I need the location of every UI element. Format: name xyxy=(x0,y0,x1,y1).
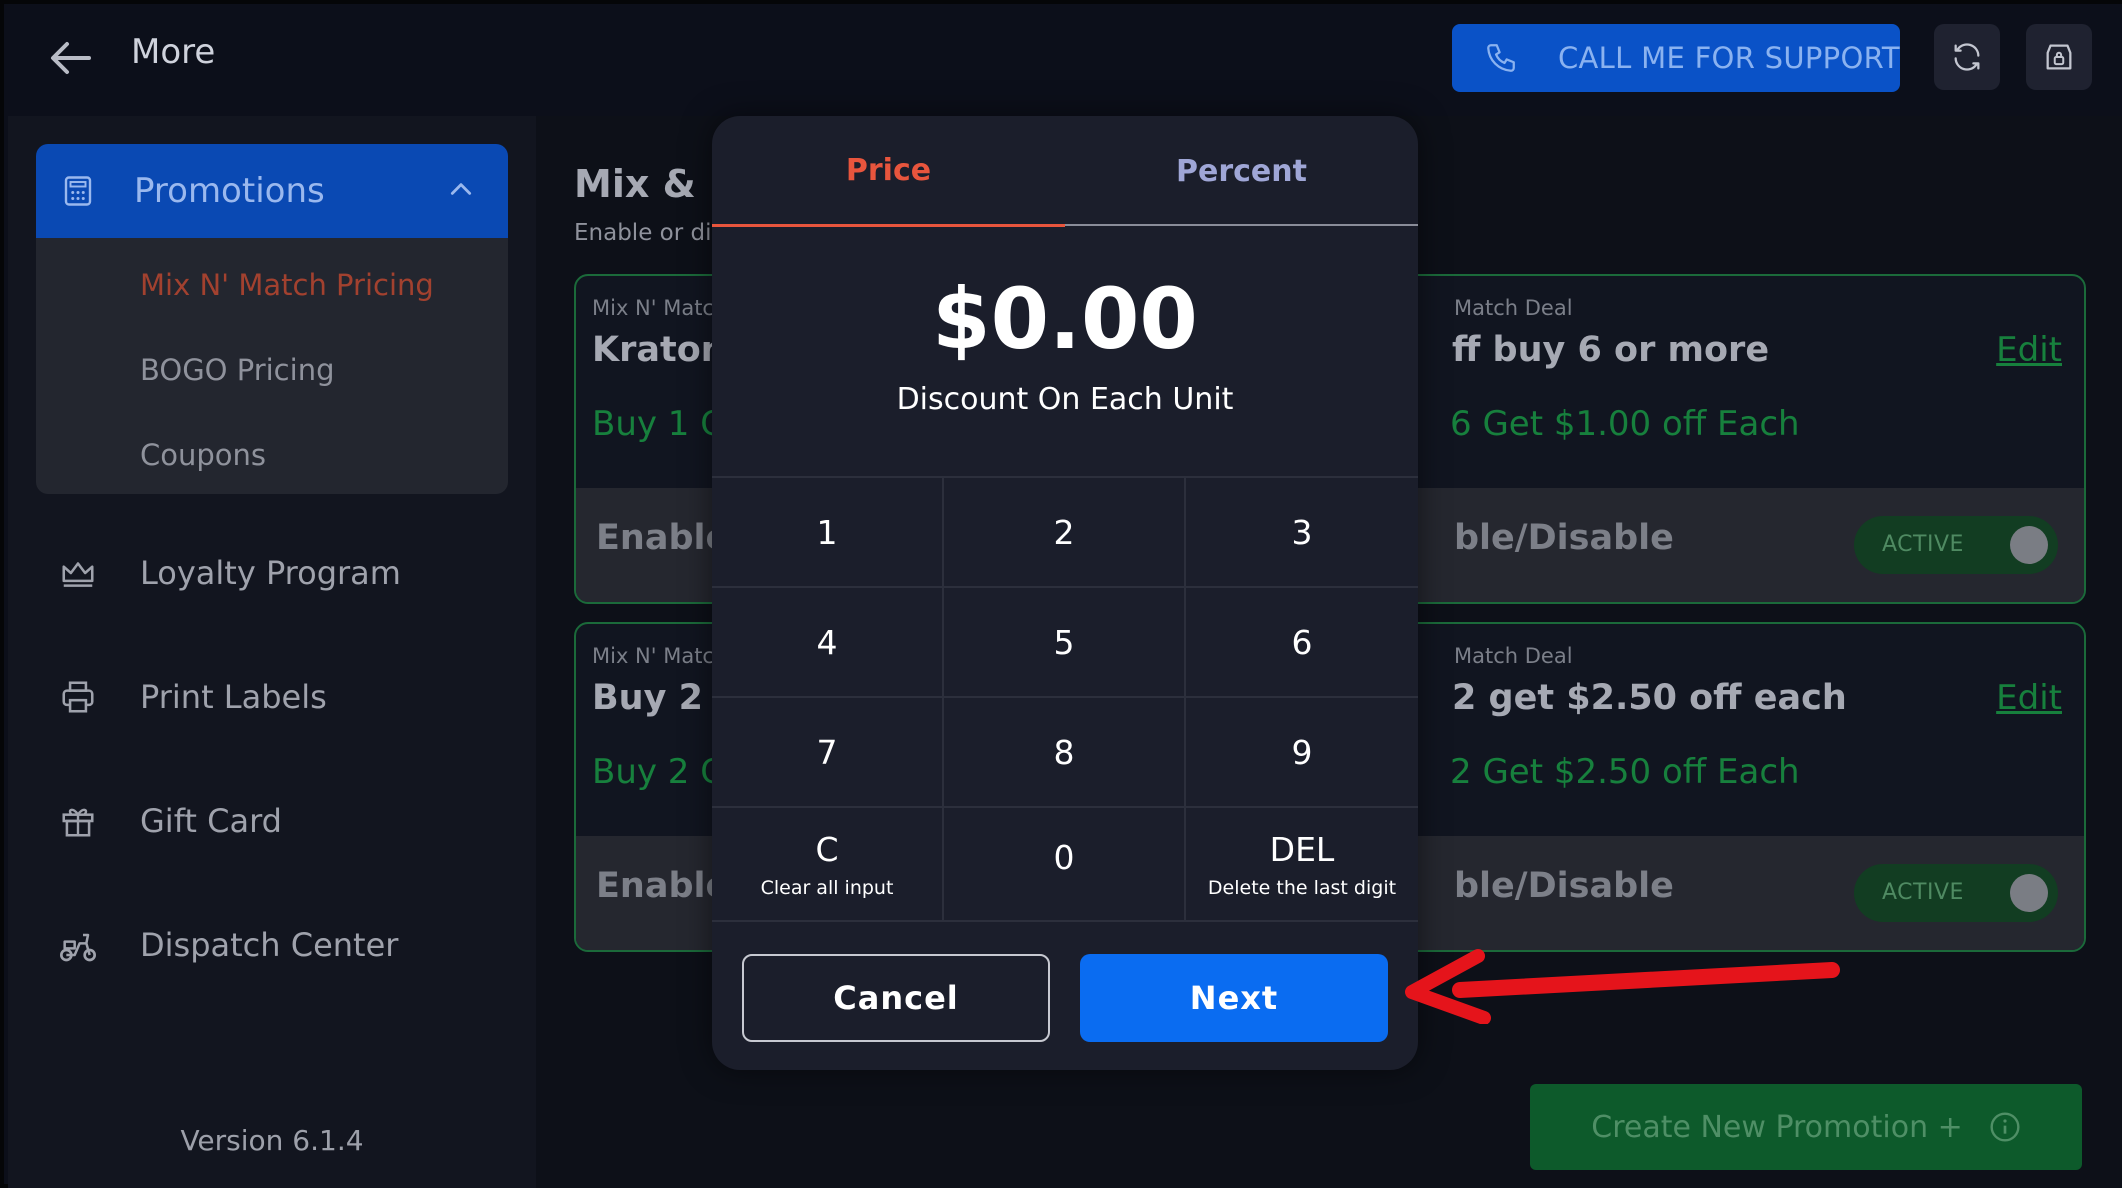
sidebar-item-label: Dispatch Center xyxy=(140,926,399,964)
app-window: More CALL ME FOR SUPPORT Promotions Mix … xyxy=(0,0,2122,1188)
printer-icon xyxy=(56,675,100,719)
edit-link[interactable]: Edit xyxy=(1996,330,2062,370)
key-digit: C xyxy=(815,829,839,869)
promotions-submenu: Mix N' Match Pricing BOGO Pricing Coupon… xyxy=(36,238,508,494)
store-button[interactable] xyxy=(2026,24,2092,90)
refresh-button[interactable] xyxy=(1934,24,2000,90)
tab-percent[interactable]: Percent xyxy=(1065,116,1418,226)
toggle-knob xyxy=(2010,874,2048,912)
enable-label: Enable xyxy=(596,518,730,558)
tab-price[interactable]: Price xyxy=(712,116,1065,227)
enable-disable-label: ble/Disable xyxy=(1454,866,1674,906)
keypad-key-0[interactable]: 0 xyxy=(944,808,1186,922)
submenu-item-coupons[interactable]: Coupons xyxy=(140,438,266,472)
deal-text: Buy 2 G xyxy=(592,752,727,792)
sidebar-item-print-labels[interactable]: Print Labels xyxy=(36,662,508,732)
edit-link[interactable]: Edit xyxy=(1996,678,2062,718)
top-bar: More CALL ME FOR SUPPORT xyxy=(4,4,2122,116)
active-toggle[interactable]: ACTIVE xyxy=(1854,516,2058,574)
annotation-arrow xyxy=(1405,949,1840,1024)
create-promotion-label: Create New Promotion + xyxy=(1591,1109,1963,1145)
sidebar-item-loyalty[interactable]: Loyalty Program xyxy=(36,538,508,608)
discount-type-tabs: Price Percent xyxy=(712,116,1418,227)
submenu-item-mix-n-match[interactable]: Mix N' Match Pricing xyxy=(140,268,434,302)
key-digit: 1 xyxy=(816,512,838,552)
calculator-icon xyxy=(58,171,98,211)
version-label: Version 6.1.4 xyxy=(180,1124,364,1157)
keypad-key-6[interactable]: 6 xyxy=(1186,588,1418,698)
key-digit: 4 xyxy=(816,622,838,662)
keypad-key-4[interactable]: 4 xyxy=(712,588,944,698)
active-toggle[interactable]: ACTIVE xyxy=(1854,864,2058,922)
toggle-label: ACTIVE xyxy=(1882,880,1964,905)
key-hint: Delete the last digit xyxy=(1207,876,1397,899)
key-digit: 5 xyxy=(1053,622,1075,662)
sidebar-item-label: Promotions xyxy=(134,171,325,211)
discount-amount: $0.00 xyxy=(932,270,1198,368)
key-digit: 9 xyxy=(1291,732,1313,772)
gift-icon xyxy=(56,799,100,843)
key-digit: 7 xyxy=(816,732,838,772)
page-title: More xyxy=(131,32,216,72)
discount-modal: Price Percent $0.00 Discount On Each Uni… xyxy=(712,116,1418,1070)
arrow-left-icon xyxy=(51,42,91,74)
card-caption: Mix N' Match xyxy=(592,296,728,320)
enable-disable-label: ble/Disable xyxy=(1454,518,1674,558)
crown-icon xyxy=(56,551,100,595)
numeric-keypad: 1 2 3 4 5 6 7 8 9 C Clear all input 0 DE… xyxy=(712,476,1418,922)
next-button[interactable]: Next xyxy=(1080,954,1388,1042)
sidebar-item-label: Loyalty Program xyxy=(140,554,401,592)
keypad-key-2[interactable]: 2 xyxy=(944,478,1186,588)
keypad-key-8[interactable]: 8 xyxy=(944,698,1186,808)
scooter-icon xyxy=(56,923,100,967)
key-digit: 3 xyxy=(1291,512,1313,552)
keypad-key-clear[interactable]: C Clear all input xyxy=(712,808,944,922)
sidebar-item-dispatch-center[interactable]: Dispatch Center xyxy=(36,910,508,980)
toggle-knob xyxy=(2010,526,2048,564)
key-digit: 2 xyxy=(1053,512,1075,552)
key-digit: 0 xyxy=(1053,838,1075,877)
discount-amount-label: Discount On Each Unit xyxy=(896,382,1234,417)
back-button[interactable] xyxy=(42,30,98,86)
deal-text-right: 2 Get $2.50 off Each xyxy=(1450,752,1800,792)
keypad-key-1[interactable]: 1 xyxy=(712,478,944,588)
sidebar-item-gift-card[interactable]: Gift Card xyxy=(36,786,508,856)
keypad-key-7[interactable]: 7 xyxy=(712,698,944,808)
promotion-name-right: 2 get $2.50 off each xyxy=(1452,678,1847,718)
toggle-label: ACTIVE xyxy=(1882,532,1964,557)
deal-text-right: 6 Get $1.00 off Each xyxy=(1450,404,1800,444)
call-support-label: CALL ME FOR SUPPORT xyxy=(1558,41,1900,75)
sidebar-item-promotions[interactable]: Promotions xyxy=(36,144,508,238)
keypad-key-5[interactable]: 5 xyxy=(944,588,1186,698)
card-caption-right: Match Deal xyxy=(1454,296,1573,320)
chevron-up-icon xyxy=(450,183,472,195)
keypad-key-delete[interactable]: DEL Delete the last digit xyxy=(1186,808,1418,922)
sidebar-item-label: Print Labels xyxy=(140,678,327,716)
key-digit: DEL xyxy=(1269,829,1335,869)
section-subtitle: Enable or dis xyxy=(574,220,724,246)
card-caption-right: Match Deal xyxy=(1454,644,1573,668)
call-support-button[interactable]: CALL ME FOR SUPPORT xyxy=(1452,24,1900,92)
submenu-item-bogo[interactable]: BOGO Pricing xyxy=(140,353,334,387)
cancel-button[interactable]: Cancel xyxy=(742,954,1050,1042)
create-promotion-button[interactable]: Create New Promotion + xyxy=(1530,1084,2082,1170)
keypad-key-3[interactable]: 3 xyxy=(1186,478,1418,588)
phone-icon xyxy=(1484,41,1544,75)
key-digit: 6 xyxy=(1291,622,1313,662)
key-digit: 8 xyxy=(1053,732,1075,772)
info-icon xyxy=(1989,1111,2021,1143)
refresh-icon xyxy=(1954,43,1980,71)
promotion-name-right: ff buy 6 or more xyxy=(1452,330,1770,370)
sidebar-item-label: Gift Card xyxy=(140,802,282,840)
card-caption: Mix N' Match xyxy=(592,644,728,668)
deal-text: Buy 1 G xyxy=(592,404,727,444)
enable-label: Enable xyxy=(596,866,730,906)
keypad-key-9[interactable]: 9 xyxy=(1186,698,1418,808)
key-hint: Clear all input xyxy=(760,876,894,899)
store-lock-icon xyxy=(2046,44,2072,70)
sidebar: Promotions Mix N' Match Pricing BOGO Pri… xyxy=(8,116,536,1188)
